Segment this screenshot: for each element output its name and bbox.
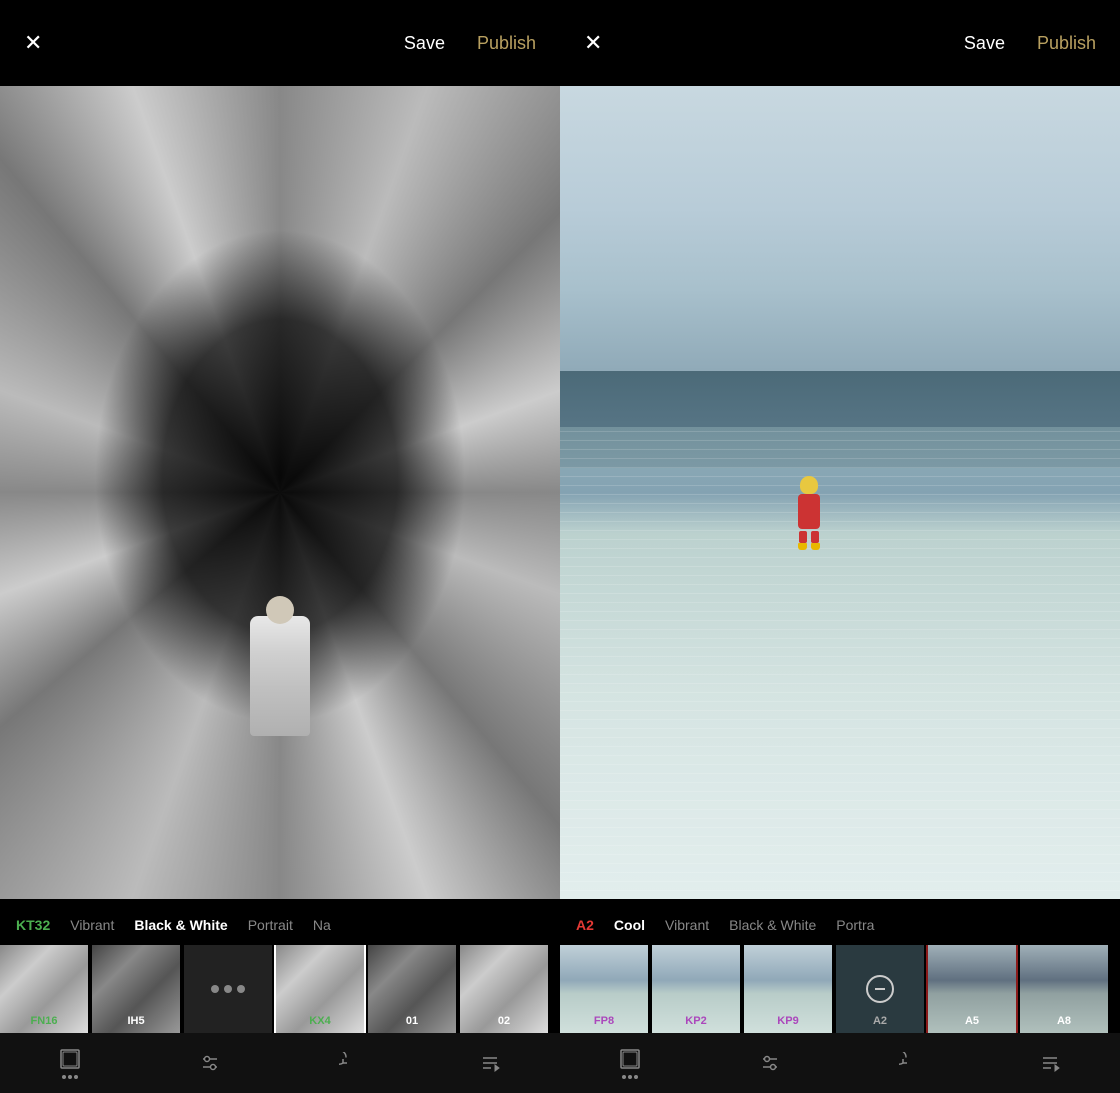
left-frames-dots — [62, 1075, 78, 1079]
right-filter-thumb-fp8[interactable]: FP8 — [560, 945, 648, 1033]
right-filter-thumb-kp9[interactable]: KP9 — [744, 945, 832, 1033]
left-thumb-label-01: 01 — [368, 1015, 456, 1027]
left-tool-selective[interactable] — [463, 1044, 517, 1082]
left-toolbar — [0, 1033, 560, 1093]
right-filter-thumbnails: FP8 KP2 KP9 A2 A5 — [560, 945, 1120, 1033]
left-tool-frames[interactable] — [43, 1040, 97, 1087]
left-tool-history[interactable] — [323, 1044, 377, 1082]
beach-child-boots — [795, 543, 823, 550]
left-thumb-label-02: 02 — [460, 1015, 548, 1027]
right-filter-section: A2 Cool Vibrant Black & White Portra FP8… — [560, 899, 1120, 1033]
beach-child-leg-right — [811, 531, 819, 543]
left-panel: ✕ Save Publish KT32 Vibrant Black & Whit… — [0, 0, 560, 1093]
right-frames-dot-1 — [622, 1075, 626, 1079]
right-frames-dots — [622, 1075, 638, 1079]
right-thumb-label-a2: A2 — [836, 1015, 924, 1027]
right-a2-key-icon — [866, 975, 894, 1003]
left-publish-button[interactable]: Publish — [477, 33, 536, 54]
right-filter-cat-portrait[interactable]: Portra — [836, 917, 874, 933]
beach-child-leg-left — [799, 531, 807, 543]
left-filter-thumb-fn16[interactable]: FN16 — [0, 945, 88, 1033]
left-header: ✕ Save Publish — [0, 0, 560, 86]
left-filter-thumb-02[interactable]: 02 — [460, 945, 548, 1033]
left-filter-thumb-ih5[interactable]: IH5 — [92, 945, 180, 1033]
right-toolbar — [560, 1033, 1120, 1093]
right-frames-dot-2 — [628, 1075, 632, 1079]
right-thumb-label-kp2: KP2 — [652, 1015, 740, 1027]
right-thumb-label-kp9: KP9 — [744, 1015, 832, 1027]
beach-child-head — [800, 476, 818, 494]
right-photo-subject — [795, 476, 823, 531]
right-filter-thumb-a8[interactable]: A8 — [1020, 945, 1108, 1033]
left-dot-1 — [211, 985, 219, 993]
beach-child-legs — [795, 531, 823, 543]
left-thumb-label-kx4: KX4 — [276, 1015, 364, 1027]
right-photo-beach — [560, 86, 1120, 899]
left-filter-section: KT32 Vibrant Black & White Portrait Na F… — [0, 899, 560, 1033]
left-filter-thumb-01[interactable]: 01 — [368, 945, 456, 1033]
beach-child-boot-right — [811, 543, 820, 550]
beach-child-body — [798, 494, 820, 529]
left-header-actions: Save Publish — [404, 33, 536, 54]
right-filter-thumb-a5[interactable]: A5 — [928, 945, 1016, 1033]
right-filter-thumb-a2[interactable]: A2 — [836, 945, 924, 1033]
left-filter-thumb-kx4[interactable]: KX4 — [276, 945, 364, 1033]
right-header: ✕ Save Publish — [560, 0, 1120, 86]
left-frames-dot-3 — [74, 1075, 78, 1079]
right-filter-thumb-kp2[interactable]: KP2 — [652, 945, 740, 1033]
right-save-button[interactable]: Save — [964, 33, 1005, 54]
right-tool-frames[interactable] — [603, 1040, 657, 1087]
right-photo-area — [560, 86, 1120, 899]
left-dot-3 — [237, 985, 245, 993]
right-panel: ✕ Save Publish A2 C — [560, 0, 1120, 1093]
left-photo-subject — [250, 616, 310, 736]
right-frames-dot-3 — [634, 1075, 638, 1079]
left-filter-cat-bw[interactable]: Black & White — [134, 917, 227, 933]
left-filter-thumb-kt32[interactable] — [184, 945, 272, 1033]
right-tool-selective[interactable] — [1023, 1044, 1077, 1082]
right-thumb-label-a5: A5 — [928, 1015, 1016, 1027]
left-photo-bw — [0, 86, 560, 899]
left-filter-cat-vibrant[interactable]: Vibrant — [70, 917, 114, 933]
right-tool-history[interactable] — [883, 1044, 937, 1082]
right-filter-cat-a2[interactable]: A2 — [576, 917, 594, 933]
left-frames-dot-1 — [62, 1075, 66, 1079]
right-publish-button[interactable]: Publish — [1037, 33, 1096, 54]
left-filter-thumbnails: FN16 IH5 KX4 01 — [0, 945, 560, 1033]
right-thumb-label-a8: A8 — [1020, 1015, 1108, 1027]
right-filter-cat-bw[interactable]: Black & White — [729, 917, 816, 933]
left-close-button[interactable]: ✕ — [24, 32, 42, 54]
right-header-actions: Save Publish — [964, 33, 1096, 54]
left-filter-cat-na[interactable]: Na — [313, 917, 331, 933]
left-tool-adjust[interactable] — [183, 1044, 237, 1082]
right-thumb-label-fp8: FP8 — [560, 1015, 648, 1027]
right-filter-categories: A2 Cool Vibrant Black & White Portra — [560, 899, 1120, 945]
left-filter-cat-kt32[interactable]: KT32 — [16, 917, 50, 933]
beach-child-boot-left — [798, 543, 807, 550]
right-close-button[interactable]: ✕ — [584, 32, 602, 54]
left-thumb-label-fn16: FN16 — [0, 1015, 88, 1027]
left-filter-categories: KT32 Vibrant Black & White Portrait Na — [0, 899, 560, 945]
left-thumb-label-ih5: IH5 — [92, 1015, 180, 1027]
left-dot-2 — [224, 985, 232, 993]
right-tool-adjust[interactable] — [743, 1044, 797, 1082]
right-filter-cat-cool[interactable]: Cool — [614, 917, 645, 933]
left-save-button[interactable]: Save — [404, 33, 445, 54]
left-photo-area — [0, 86, 560, 899]
left-filter-cat-portrait[interactable]: Portrait — [248, 917, 293, 933]
right-filter-cat-vibrant[interactable]: Vibrant — [665, 917, 709, 933]
left-frames-dot-2 — [68, 1075, 72, 1079]
